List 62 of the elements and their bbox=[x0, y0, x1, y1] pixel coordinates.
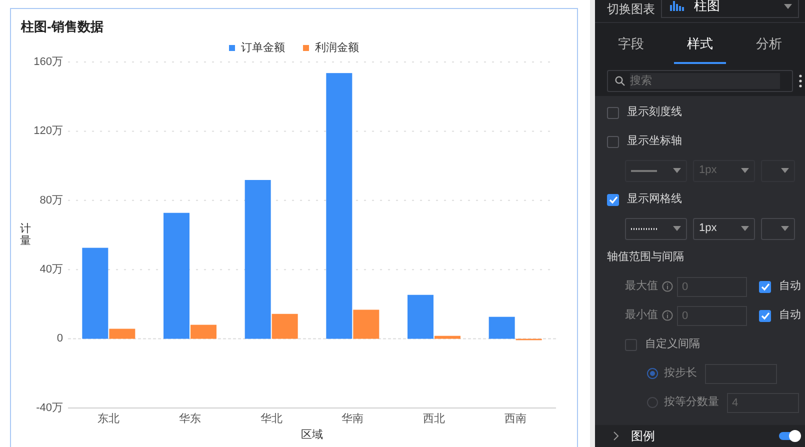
switch-chart-label: 切换图表 bbox=[607, 1, 655, 18]
line-style-select[interactable] bbox=[625, 218, 687, 240]
radio-label: 按等分数量 bbox=[664, 395, 719, 410]
y-tick-label: 160万 bbox=[34, 56, 63, 68]
x-axis-label: 区域 bbox=[301, 428, 323, 441]
caret-icon bbox=[673, 168, 681, 173]
chart-type-select[interactable]: 柱图 bbox=[661, 0, 799, 18]
x-tick-label: 东北 bbox=[98, 412, 120, 425]
caret-icon bbox=[741, 226, 749, 231]
y-tick-label: 80万 bbox=[40, 194, 63, 206]
y-tick-label: 120万 bbox=[34, 125, 63, 138]
checkbox[interactable] bbox=[607, 106, 619, 118]
line-sample-icon bbox=[631, 226, 657, 230]
auto-label: 自动 bbox=[779, 308, 801, 324]
checkbox-label: 显示网格线 bbox=[627, 192, 682, 208]
x-tick-label: 西南 bbox=[504, 412, 526, 425]
checkbox[interactable] bbox=[607, 136, 619, 148]
caret-icon bbox=[784, 4, 792, 8]
x-tick-label: 华北 bbox=[260, 412, 282, 425]
checkbox-label: 显示坐标轴 bbox=[627, 134, 682, 150]
checkbox[interactable] bbox=[759, 280, 771, 292]
search-icon bbox=[615, 76, 625, 86]
more-icon[interactable] bbox=[799, 74, 802, 88]
caret-icon bbox=[781, 168, 789, 173]
line-color-select[interactable] bbox=[761, 218, 795, 240]
line-width-select[interactable]: 1px bbox=[693, 218, 755, 240]
panel-tab[interactable]: 样式 bbox=[674, 34, 726, 64]
legend-section-label: 图例 bbox=[631, 428, 655, 445]
y-tick-label: -40万 bbox=[36, 402, 63, 414]
legend-label[interactable]: 订单金额 bbox=[241, 40, 285, 56]
x-tick-label: 西北 bbox=[423, 412, 445, 425]
checkbox-label: 自定义间隔 bbox=[645, 336, 700, 352]
radio-button[interactable] bbox=[647, 368, 658, 379]
line-sample-icon bbox=[631, 168, 657, 172]
panel-tab[interactable]: 分析 bbox=[743, 34, 795, 64]
checkbox[interactable] bbox=[607, 194, 619, 206]
x-tick-label: 华东 bbox=[179, 412, 201, 425]
radio-button[interactable] bbox=[647, 397, 658, 408]
range-label: 最大值 bbox=[625, 279, 658, 294]
checkbox-label: 显示刻度线 bbox=[627, 104, 682, 120]
line-color-select[interactable] bbox=[761, 160, 795, 182]
panel-tab[interactable]: 字段 bbox=[605, 34, 657, 64]
caret-icon bbox=[673, 226, 681, 231]
caret-icon bbox=[741, 168, 749, 173]
caret-icon bbox=[781, 226, 789, 231]
section-heading: 轴值范围与间隔 bbox=[607, 250, 684, 266]
radio-label: 按步长 bbox=[664, 366, 697, 382]
x-tick-label: 华南 bbox=[342, 412, 364, 425]
chart-title: 柱图-销售数据 bbox=[21, 19, 104, 35]
y-axis-label: 计量 bbox=[20, 223, 31, 248]
bar-chart-icon bbox=[670, 1, 686, 11]
info-icon[interactable] bbox=[662, 281, 673, 292]
auto-label: 自动 bbox=[779, 279, 801, 294]
checkbox[interactable] bbox=[759, 310, 771, 322]
legend-toggle[interactable] bbox=[779, 432, 799, 440]
info-icon[interactable] bbox=[662, 310, 673, 321]
search-field[interactable]: 搜索 bbox=[607, 70, 793, 92]
y-tick-label: 0 bbox=[56, 332, 63, 345]
y-tick-label: 40万 bbox=[40, 264, 63, 276]
legend-label[interactable]: 利润金额 bbox=[315, 40, 359, 56]
range-label: 最小值 bbox=[625, 308, 658, 324]
chevron-right-icon[interactable] bbox=[613, 431, 619, 441]
